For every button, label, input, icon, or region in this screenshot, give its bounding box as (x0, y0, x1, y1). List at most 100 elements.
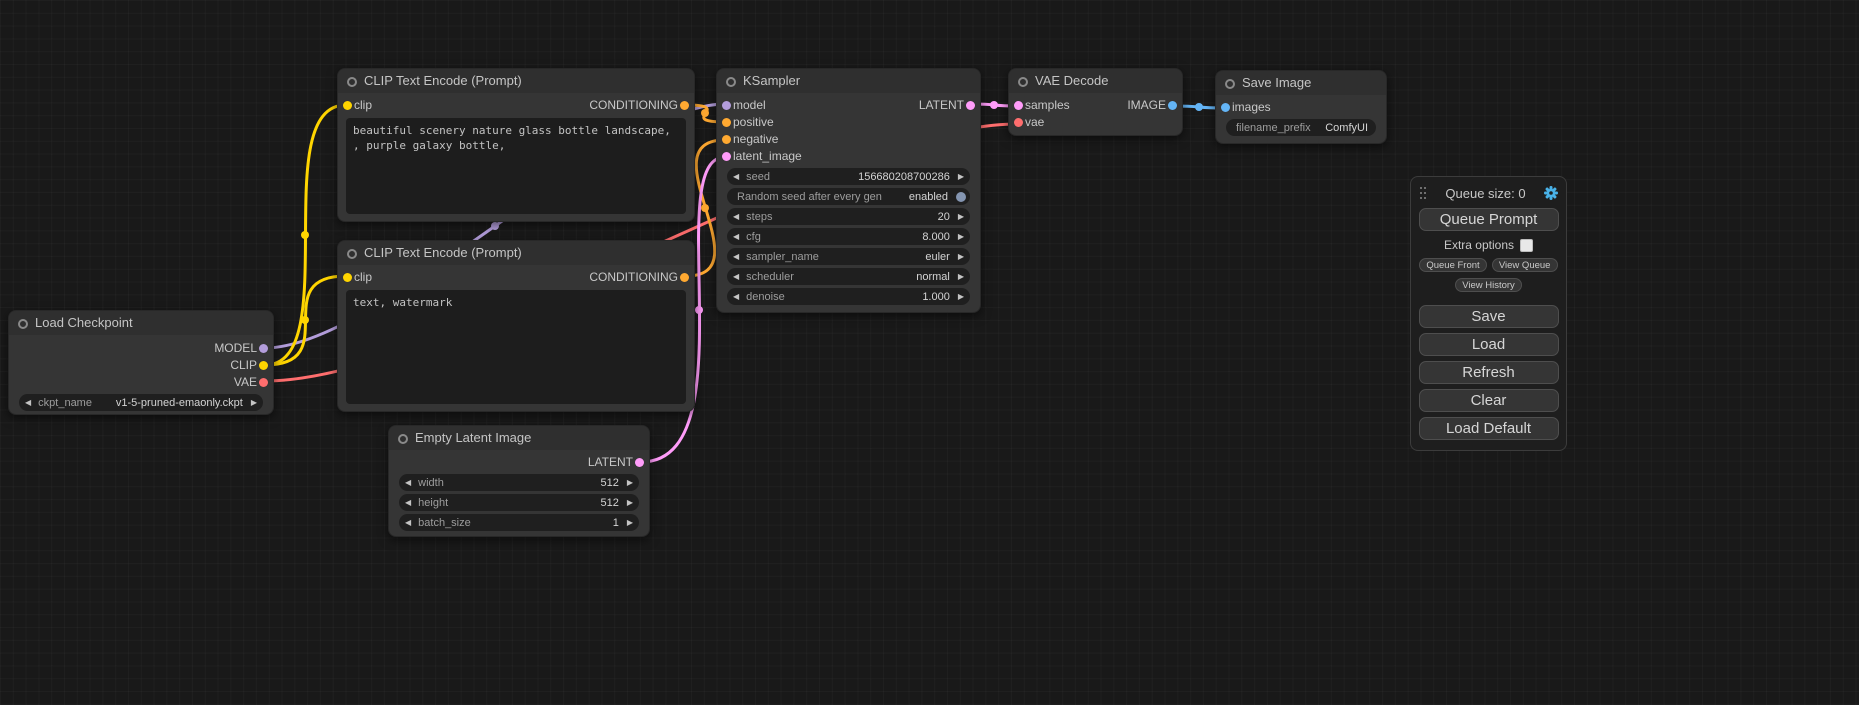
collapse-dot-icon[interactable] (398, 434, 408, 444)
save-button[interactable]: Save (1419, 305, 1559, 328)
arrow-left-icon[interactable]: ◀ (727, 248, 739, 265)
input-dot-model[interactable] (722, 101, 731, 110)
arrow-left-icon[interactable]: ◀ (399, 514, 411, 531)
collapse-dot-icon[interactable] (1225, 79, 1235, 89)
widget-width[interactable]: ◀ width 512 ▶ (399, 474, 639, 491)
output-dot-latent[interactable] (966, 101, 975, 110)
widget-height[interactable]: ◀ height 512 ▶ (399, 494, 639, 511)
arrow-right-icon[interactable]: ▶ (958, 208, 970, 225)
widget-value: euler (925, 251, 949, 263)
arrow-right-icon[interactable]: ▶ (958, 228, 970, 245)
widget-scheduler[interactable]: ◀ scheduler normal ▶ (727, 268, 970, 285)
collapse-dot-icon[interactable] (347, 249, 357, 259)
arrow-left-icon[interactable]: ◀ (727, 168, 739, 185)
widget-value: v1-5-pruned-emaonly.ckpt (116, 397, 243, 409)
widget-filename-prefix[interactable]: filename_prefix ComfyUI (1226, 119, 1376, 136)
arrow-right-icon[interactable]: ▶ (627, 494, 639, 511)
widget-name: ckpt_name (38, 397, 92, 409)
arrow-right-icon[interactable]: ▶ (627, 514, 639, 531)
arrow-left-icon[interactable]: ◀ (399, 494, 411, 511)
clear-button[interactable]: Clear (1419, 389, 1559, 412)
collapse-dot-icon[interactable] (18, 319, 28, 329)
node-title-bar[interactable]: KSampler (717, 69, 980, 93)
node-title-bar[interactable]: CLIP Text Encode (Prompt) (338, 69, 694, 93)
widget-value: 8.000 (922, 231, 950, 243)
node-clip-text-encode-negative[interactable]: CLIP Text Encode (Prompt) clip CONDITION… (337, 240, 695, 412)
arrow-left-icon[interactable]: ◀ (399, 474, 411, 491)
node-title-bar[interactable]: Empty Latent Image (389, 426, 649, 450)
arrow-left-icon[interactable]: ◀ (727, 288, 739, 305)
node-load-checkpoint[interactable]: Load Checkpoint MODEL CLIP VAE ◀ ckpt_na… (8, 310, 274, 415)
node-title-bar[interactable]: Load Checkpoint (9, 311, 273, 335)
collapse-dot-icon[interactable] (347, 77, 357, 87)
slot-row: VAE (9, 374, 273, 391)
arrow-right-icon[interactable]: ▶ (627, 474, 639, 491)
view-history-button[interactable]: View History (1455, 278, 1522, 292)
link-midpoint-dot (301, 231, 309, 239)
output-dot-conditioning[interactable] (680, 273, 689, 282)
load-button[interactable]: Load (1419, 333, 1559, 356)
slot-area: model LATENT positive negative latent_im… (717, 93, 980, 165)
input-dot-clip[interactable] (343, 273, 352, 282)
drag-handle-icon[interactable] (1419, 186, 1427, 201)
output-dot-image[interactable] (1168, 101, 1177, 110)
prompt-textarea[interactable]: text, watermark (346, 290, 686, 404)
extra-options-label: Extra options (1444, 238, 1514, 252)
node-title-bar[interactable]: VAE Decode (1009, 69, 1182, 93)
slot-row: model LATENT (717, 97, 980, 114)
input-dot-clip[interactable] (343, 101, 352, 110)
arrow-left-icon[interactable]: ◀ (19, 394, 31, 411)
node-title-bar[interactable]: CLIP Text Encode (Prompt) (338, 241, 694, 265)
arrow-right-icon[interactable]: ▶ (251, 394, 263, 411)
refresh-button[interactable]: Refresh (1419, 361, 1559, 384)
arrow-left-icon[interactable]: ◀ (727, 208, 739, 225)
arrow-left-icon[interactable]: ◀ (727, 268, 739, 285)
node-clip-text-encode-positive[interactable]: CLIP Text Encode (Prompt) clip CONDITION… (337, 68, 695, 222)
output-dot-vae[interactable] (259, 378, 268, 387)
output-dot-latent[interactable] (635, 458, 644, 467)
view-queue-button[interactable]: View Queue (1492, 258, 1558, 272)
slot-area: clip CONDITIONING (338, 265, 694, 286)
load-default-button[interactable]: Load Default (1419, 417, 1559, 440)
input-dot-latent-image[interactable] (722, 152, 731, 161)
node-graph-canvas[interactable]: Load Checkpoint MODEL CLIP VAE ◀ ckpt_na… (0, 0, 1859, 705)
node-title-bar[interactable]: Save Image (1216, 71, 1386, 95)
arrow-right-icon[interactable]: ▶ (958, 168, 970, 185)
slot-row: negative (717, 131, 980, 148)
widget-steps[interactable]: ◀ steps 20 ▶ (727, 208, 970, 225)
settings-gear-icon[interactable] (1544, 186, 1558, 200)
widget-random-seed-toggle[interactable]: Random seed after every gen enabled (727, 188, 970, 205)
input-dot-vae[interactable] (1014, 118, 1023, 127)
widget-name: steps (746, 211, 772, 223)
extra-options-checkbox[interactable] (1520, 239, 1533, 252)
widget-ckpt-name[interactable]: ◀ ckpt_name v1-5-pruned-emaonly.ckpt ▶ (19, 394, 263, 411)
input-dot-images[interactable] (1221, 103, 1230, 112)
arrow-right-icon[interactable]: ▶ (958, 288, 970, 305)
widget-denoise[interactable]: ◀ denoise 1.000 ▶ (727, 288, 970, 305)
input-dot-positive[interactable] (722, 118, 731, 127)
widget-cfg[interactable]: ◀ cfg 8.000 ▶ (727, 228, 970, 245)
output-dot-model[interactable] (259, 344, 268, 353)
input-dot-negative[interactable] (722, 135, 731, 144)
node-save-image[interactable]: Save Image images filename_prefix ComfyU… (1215, 70, 1387, 144)
collapse-dot-icon[interactable] (1018, 77, 1028, 87)
arrow-right-icon[interactable]: ▶ (958, 248, 970, 265)
arrow-left-icon[interactable]: ◀ (727, 228, 739, 245)
widget-value: 1.000 (922, 291, 950, 303)
prompt-textarea[interactable]: beautiful scenery nature glass bottle la… (346, 118, 686, 214)
node-empty-latent-image[interactable]: Empty Latent Image LATENT ◀ width 512 ▶ … (388, 425, 650, 537)
queue-prompt-button[interactable]: Queue Prompt (1419, 208, 1559, 231)
widget-seed[interactable]: ◀ seed 156680208700286 ▶ (727, 168, 970, 185)
node-title-label: VAE Decode (1035, 73, 1108, 88)
widget-sampler-name[interactable]: ◀ sampler_name euler ▶ (727, 248, 970, 265)
input-dot-samples[interactable] (1014, 101, 1023, 110)
node-ksampler[interactable]: KSampler model LATENT positive negative … (716, 68, 981, 313)
queue-front-button[interactable]: Queue Front (1419, 258, 1486, 272)
toggle-knob-icon[interactable] (956, 192, 966, 202)
output-dot-clip[interactable] (259, 361, 268, 370)
arrow-right-icon[interactable]: ▶ (958, 268, 970, 285)
node-vae-decode[interactable]: VAE Decode samples IMAGE vae (1008, 68, 1183, 136)
widget-batch-size[interactable]: ◀ batch_size 1 ▶ (399, 514, 639, 531)
output-dot-conditioning[interactable] (680, 101, 689, 110)
collapse-dot-icon[interactable] (726, 77, 736, 87)
